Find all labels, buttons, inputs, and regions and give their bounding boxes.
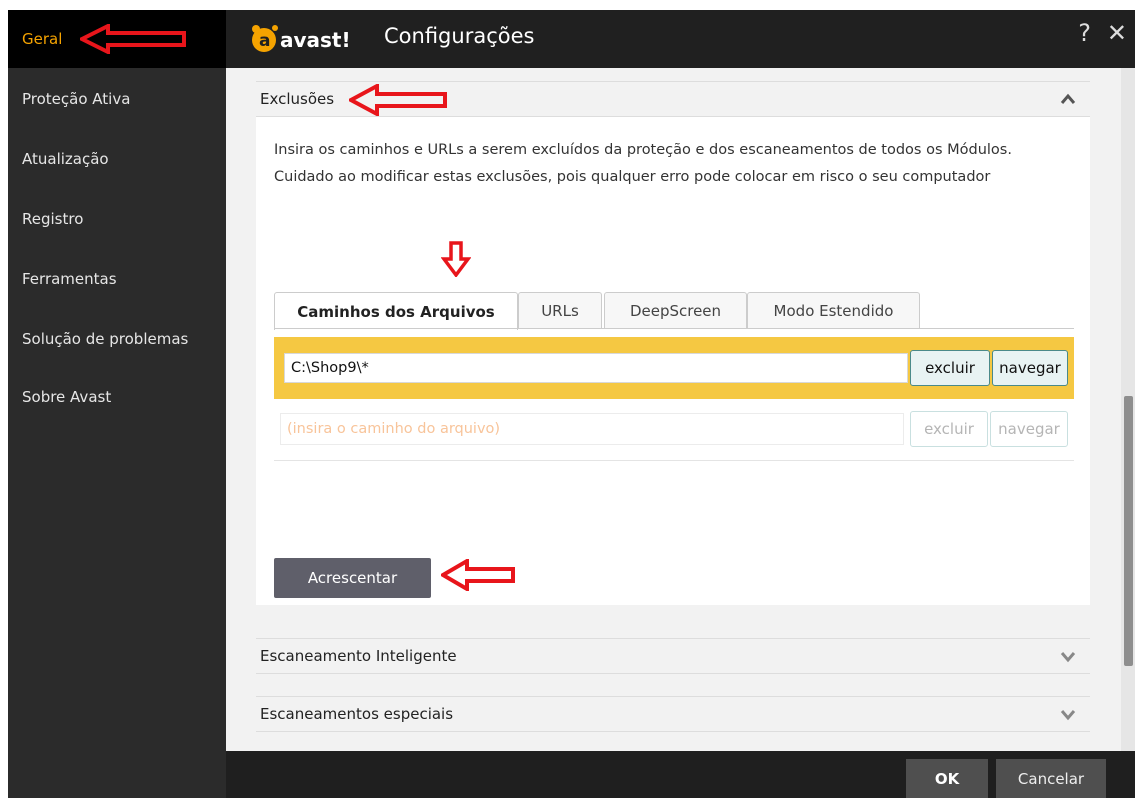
add-exclusion-button[interactable]: Acrescentar [274, 558, 431, 598]
scrollbar[interactable] [1121, 68, 1135, 751]
window-title: Configurações [384, 24, 535, 48]
chevron-down-icon[interactable] [1060, 707, 1076, 721]
arrow-annotation-icon [441, 241, 471, 277]
button-label: excluir [924, 420, 974, 438]
exclude-button[interactable]: excluir [910, 411, 988, 447]
sidebar-item-solucao-de-problemas[interactable]: Solução de problemas [8, 310, 226, 368]
browse-button[interactable]: navegar [992, 350, 1068, 386]
tab-label: DeepScreen [629, 302, 722, 320]
tab-urls[interactable]: URLs [518, 292, 602, 329]
settings-window: Geral Proteção Ativa Atualização Registr… [8, 10, 1135, 798]
sidebar-item-label: Sobre Avast [22, 388, 112, 406]
sidebar-item-label: Solução de problemas [22, 330, 189, 348]
sidebar-item-label: Atualização [22, 150, 109, 168]
section-header-escaneamentos-especiais[interactable]: Escaneamentos especiais [256, 696, 1090, 732]
arrow-annotation-icon [80, 24, 186, 54]
tab-divider [274, 328, 1074, 329]
chevron-down-icon[interactable] [1060, 649, 1076, 663]
exclusion-row-empty: excluir navegar [274, 407, 1074, 461]
exclusion-path-input[interactable] [280, 413, 904, 445]
help-icon[interactable]: ? [1078, 19, 1091, 47]
sidebar-item-label: Registro [22, 210, 84, 228]
exclude-button[interactable]: excluir [910, 350, 990, 386]
section-title: Escaneamentos especiais [260, 705, 454, 723]
svg-text:avast!: avast! [280, 28, 351, 52]
tab-label: Caminhos dos Arquivos [297, 302, 495, 321]
arrow-annotation-icon [441, 559, 515, 591]
title-bar: a avast! Configurações ? ✕ [226, 10, 1135, 68]
section-header-escaneamento-inteligente[interactable]: Escaneamento Inteligente [256, 638, 1090, 674]
tab-label: Modo Estendido [773, 302, 894, 320]
avast-logo: a avast! [252, 25, 351, 52]
tab-caminhos-dos-arquivos[interactable]: Caminhos dos Arquivos [274, 292, 518, 330]
exclusions-description: Insira os caminhos e URLs a serem excluí… [274, 142, 1012, 185]
button-label: OK [934, 769, 960, 788]
svg-text:a: a [259, 31, 270, 51]
tab-label: URLs [541, 302, 579, 320]
sidebar-item-label: Ferramentas [22, 270, 117, 288]
exclusion-path-input[interactable] [284, 353, 908, 383]
exclusions-panel: Insira os caminhos e URLs a serem excluí… [256, 117, 1090, 605]
button-label: Acrescentar [307, 569, 398, 587]
tab-deepscreen[interactable]: DeepScreen [604, 292, 747, 329]
ok-button[interactable]: OK [906, 759, 988, 798]
tab-modo-estendido[interactable]: Modo Estendido [747, 292, 920, 329]
button-label: navegar [999, 359, 1061, 377]
section-title: Escaneamento Inteligente [260, 647, 457, 665]
button-label: excluir [925, 359, 975, 377]
sidebar-item-sobre-avast[interactable]: Sobre Avast [8, 368, 226, 426]
browse-button[interactable]: navegar [990, 411, 1068, 447]
section-title: Exclusões [260, 90, 335, 108]
cancel-button[interactable]: Cancelar [996, 759, 1106, 798]
sidebar-item-registro[interactable]: Registro [8, 190, 226, 248]
exclusion-row: excluir navegar [274, 337, 1074, 399]
sidebar-item-ferramentas[interactable]: Ferramentas [8, 250, 226, 308]
arrow-annotation-icon [349, 84, 447, 116]
settings-content: Exclusões Insira os caminhos e URLs a se… [226, 68, 1135, 751]
sidebar: Geral Proteção Ativa Atualização Registr… [8, 10, 226, 798]
sidebar-item-label: Proteção Ativa [22, 90, 131, 108]
button-label: Cancelar [1017, 769, 1085, 788]
footer-bar: OK Cancelar [226, 751, 1135, 798]
close-icon[interactable]: ✕ [1107, 19, 1127, 47]
sidebar-item-label: Geral [22, 30, 63, 48]
scrollbar-thumb[interactable] [1124, 396, 1133, 666]
button-label: navegar [998, 420, 1060, 438]
sidebar-item-atualizacao[interactable]: Atualização [8, 130, 226, 188]
sidebar-item-protecao-ativa[interactable]: Proteção Ativa [8, 70, 226, 128]
chevron-up-icon[interactable] [1060, 92, 1076, 106]
